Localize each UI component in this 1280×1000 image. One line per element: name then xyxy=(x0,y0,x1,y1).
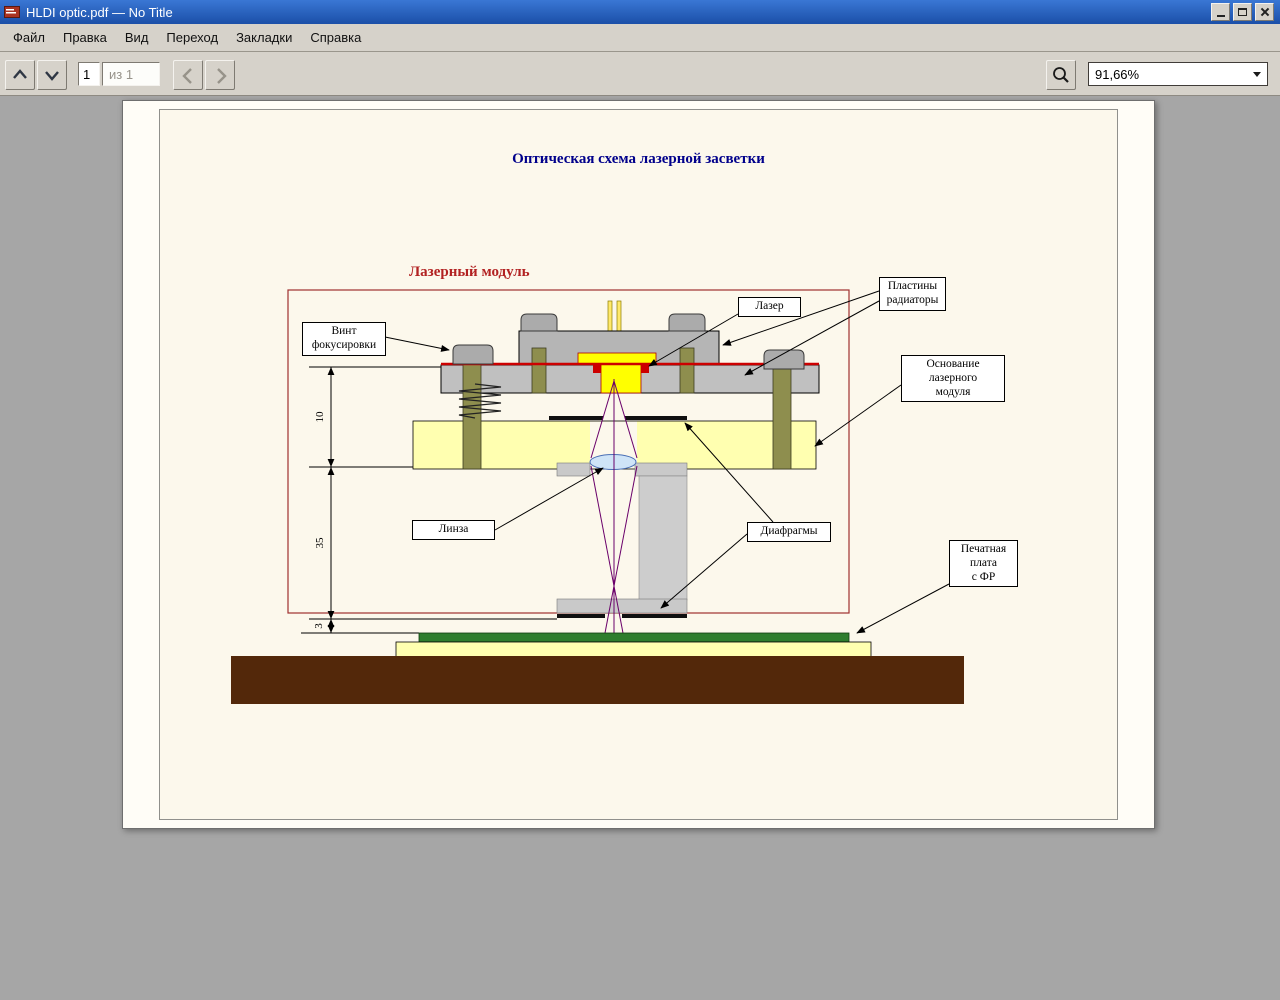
dim-35: 35 xyxy=(314,537,326,549)
minimize-button[interactable] xyxy=(1211,3,1230,21)
menu-view[interactable]: Вид xyxy=(116,25,158,50)
minimize-icon xyxy=(1217,15,1225,17)
lens xyxy=(590,455,636,470)
label-focus-screw: Винт фокусировки xyxy=(302,322,386,356)
history-forward-button[interactable] xyxy=(205,60,235,90)
menu-go[interactable]: Переход xyxy=(157,25,227,50)
zoom-select[interactable]: 91,66% xyxy=(1088,62,1268,86)
pdf-page: 10 35 3 xyxy=(122,100,1155,829)
maximize-icon xyxy=(1238,8,1247,16)
label-pcb: Печатная плата с ФР xyxy=(949,540,1018,587)
menu-help[interactable]: Справка xyxy=(301,25,370,50)
close-button[interactable] xyxy=(1255,3,1274,21)
label-laser: Лазер xyxy=(738,297,801,317)
magnifier-icon xyxy=(1051,65,1071,85)
dim-3: 3 xyxy=(313,623,325,629)
menu-bookmarks[interactable]: Закладки xyxy=(227,25,301,50)
label-diaphragms: Диафрагмы xyxy=(747,522,831,542)
next-page-button[interactable] xyxy=(37,60,67,90)
titlebar: HLDI optic.pdf — No Title xyxy=(0,0,1280,24)
close-icon xyxy=(1260,7,1270,17)
document-title: Оптическая схема лазерной засветки xyxy=(159,151,1118,168)
dropdown-arrow-icon xyxy=(1253,72,1261,77)
chevron-left-icon xyxy=(175,62,201,88)
app-icon xyxy=(4,5,20,19)
find-button[interactable] xyxy=(1046,60,1076,90)
laser-leads xyxy=(608,301,621,333)
dim-10: 10 xyxy=(314,411,326,423)
lens-housing xyxy=(557,463,687,613)
page-number-input[interactable] xyxy=(78,62,100,86)
dimension-lines: 10 35 3 xyxy=(301,367,557,633)
chevron-down-icon xyxy=(39,62,65,88)
pcb-board xyxy=(396,633,871,659)
history-back-button[interactable] xyxy=(173,60,203,90)
menu-file[interactable]: Файл xyxy=(4,25,54,50)
zoom-value: 91,66% xyxy=(1095,67,1139,82)
chevron-up-icon xyxy=(7,62,33,88)
label-lens: Линза xyxy=(412,520,495,540)
menu-edit[interactable]: Правка xyxy=(54,25,116,50)
page-count-label: из 1 xyxy=(102,62,160,86)
label-module-base: Основание лазерного модуля xyxy=(901,355,1005,402)
diagram: 10 35 3 xyxy=(123,101,1156,830)
menubar: Файл Правка Вид Переход Закладки Справка xyxy=(0,24,1280,52)
application-window: HLDI optic.pdf — No Title Файл Правка Ви… xyxy=(0,0,1280,1000)
prev-page-button[interactable] xyxy=(5,60,35,90)
window-controls xyxy=(1211,3,1274,21)
label-radiator-plates: Пластины радиаторы xyxy=(879,277,946,311)
toolbar: из 1 91,66% xyxy=(0,52,1280,96)
base-board xyxy=(231,656,964,704)
document-view[interactable]: 10 35 3 xyxy=(0,96,1280,1000)
maximize-button[interactable] xyxy=(1233,3,1252,21)
chevron-right-icon xyxy=(207,62,233,88)
laser-module-label: Лазерный модуль xyxy=(409,264,530,281)
window-title: HLDI optic.pdf — No Title xyxy=(26,5,173,20)
laser-body xyxy=(593,364,649,393)
